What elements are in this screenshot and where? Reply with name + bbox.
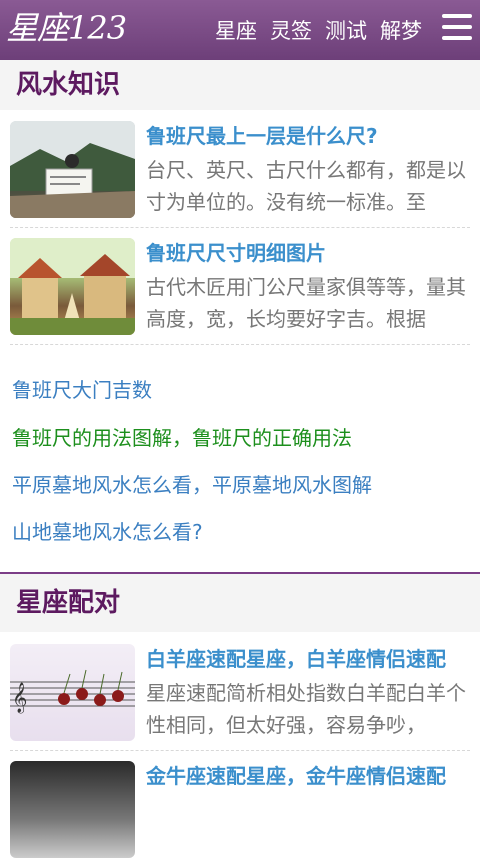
article-title[interactable]: 白羊座速配星座，白羊座情侣速配 — [146, 643, 470, 672]
article-title[interactable]: 金牛座速配星座，金牛座情侣速配 — [146, 760, 470, 789]
link-item[interactable]: 平原墓地风水怎么看，平原墓地风水图解 — [12, 469, 372, 498]
section-header-fengshui: 风水知识 — [0, 60, 480, 110]
site-logo[interactable]: 星座123 — [6, 6, 127, 50]
article-item[interactable]: 鲁班尺最上一层是什么尺? 台尺、英尺、古尺什么都有，都是以寸为单位的。没有统一标… — [10, 110, 470, 228]
link-item[interactable]: 鲁班尺的用法图解，鲁班尺的正确用法 — [12, 422, 352, 451]
main-nav: 星座 灵签 测试 解梦 — [202, 0, 422, 60]
article-thumbnail — [10, 761, 135, 858]
article-summary: 台尺、英尺、古尺什么都有，都是以寸为单位的。没有统一标准。至 — [146, 158, 466, 214]
section-title: 星座配对 — [16, 588, 121, 618]
article-summary: 星座速配简析相处指数白羊配白羊个性相同，但太好强，容易争吵， — [146, 681, 466, 737]
nav-item-jiemeng[interactable]: 解梦 — [380, 15, 422, 45]
nav-item-lingqian[interactable]: 灵签 — [270, 15, 312, 45]
hamburger-menu-icon[interactable] — [442, 14, 472, 44]
section-title: 风水知识 — [16, 70, 121, 100]
article-thumbnail — [10, 121, 135, 218]
link-item[interactable]: 鲁班尺大门吉数 — [12, 374, 152, 403]
nav-item-xingzuo[interactable]: 星座 — [215, 15, 257, 45]
section-header-peidui: 星座配对 — [0, 572, 480, 632]
top-bar: 星座123 星座 灵签 测试 解梦 — [0, 0, 480, 60]
article-item[interactable]: 𝄞 白羊座速配星座，白羊座情侣速配 星座速配简析相处指数白羊配白羊个性相同，但太… — [10, 633, 470, 751]
article-thumbnail — [10, 238, 135, 335]
svg-text:𝄞: 𝄞 — [12, 682, 27, 714]
article-summary — [146, 794, 470, 856]
article-title[interactable]: 鲁班尺最上一层是什么尺? — [146, 120, 470, 149]
article-thumbnail: 𝄞 — [10, 644, 135, 741]
article-item[interactable]: 鲁班尺尺寸明细图片 古代木匠用门公尺量家俱等等，量其高度，宽，长均要好字吉。根据 — [10, 227, 470, 345]
link-item[interactable]: 山地墓地风水怎么看? — [12, 516, 203, 545]
article-summary: 古代木匠用门公尺量家俱等等，量其高度，宽，长均要好字吉。根据 — [146, 275, 466, 331]
article-item[interactable]: 金牛座速配星座，金牛座情侣速配 — [10, 750, 470, 867]
article-title[interactable]: 鲁班尺尺寸明细图片 — [146, 237, 470, 266]
nav-item-ceshi[interactable]: 测试 — [325, 15, 367, 45]
